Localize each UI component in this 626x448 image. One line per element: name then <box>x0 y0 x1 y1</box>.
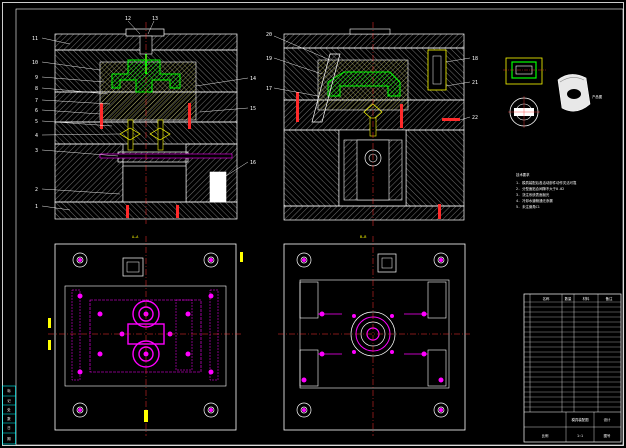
callout-5: 5 <box>35 119 38 125</box>
callout-18: 18 <box>472 56 478 62</box>
product-views: 产品图 <box>503 57 603 128</box>
callout-14: 14 <box>250 76 256 82</box>
notes-line-0: 1. 模具装配后各活动部件动作灵活可靠 <box>516 180 577 185</box>
notes-line-2: 3. 浇注系统表面抛光 <box>516 192 550 197</box>
callout-19: 19 <box>266 56 272 62</box>
callout-22: 22 <box>472 115 478 121</box>
title-institution: 设计 <box>604 417 611 422</box>
section-label-aa: A—A <box>132 235 139 239</box>
callout-16: 16 <box>250 160 256 166</box>
plan-view-right: B—B <box>278 235 470 436</box>
title-cell-scale-label: 比例 <box>542 433 549 438</box>
notes-line-4: 5. 未注倒角C1 <box>516 204 540 209</box>
front-section-view: 11 10 9 8 7 6 5 4 3 2 1 12 13 14 15 16 <box>32 16 256 224</box>
callout-13: 13 <box>152 16 158 22</box>
product-caption: 产品图 <box>592 94 603 99</box>
callout-12: 12 <box>125 16 131 22</box>
notes-line-3: 4. 冷却水道畅通无渗漏 <box>516 198 553 203</box>
callout-15: 15 <box>250 106 256 112</box>
bom-header-name: 名称 <box>543 296 550 301</box>
rev-cell-5: 期 <box>7 436 11 441</box>
plan-view-left: A—A <box>48 235 243 436</box>
callout-2: 2 <box>35 187 38 193</box>
callout-10: 10 <box>32 60 38 66</box>
revision-strip: 标 记 处 数 日 期 <box>2 385 16 445</box>
title-block: 模具装配图 设计 比例 1:1 图号 名称 数量 材料 备注 <box>523 293 622 443</box>
callout-1: 1 <box>35 204 38 210</box>
rev-cell-1: 记 <box>7 398 11 403</box>
bom-header-material: 材料 <box>583 296 590 301</box>
section-label-bb: B—B <box>360 235 366 239</box>
callout-9: 9 <box>35 75 38 81</box>
rev-cell-4: 日 <box>7 426 10 430</box>
mold-assembly-drawing: 标 记 处 数 日 期 11 10 9 8 7 6 5 4 3 2 1 12 1… <box>2 2 624 446</box>
callout-3: 3 <box>35 148 38 154</box>
bom-header-qty: 数量 <box>565 296 572 301</box>
callout-8: 8 <box>35 86 38 92</box>
title-cell-scale: 1:1 <box>577 434 583 438</box>
notes-heading: 技术要求 <box>516 172 530 177</box>
title-cell-drawing-no: 图号 <box>604 433 611 438</box>
callout-20: 20 <box>266 32 272 38</box>
callout-21: 21 <box>472 80 478 86</box>
callout-17: 17 <box>266 86 272 92</box>
drawing-title: 模具装配图 <box>572 417 590 422</box>
callout-7: 7 <box>35 98 38 104</box>
callout-11: 11 <box>32 36 38 42</box>
callout-4: 4 <box>35 133 38 139</box>
notes-line-1: 2. 分型面贴合间隙不大于0.02 <box>516 186 564 191</box>
bom-header-note: 备注 <box>606 296 613 301</box>
rev-cell-2: 处 <box>7 407 11 412</box>
callout-6: 6 <box>35 108 38 114</box>
side-section-view: 20 19 17 18 21 22 <box>266 22 478 226</box>
technical-notes: 技术要求 1. 模具装配后各活动部件动作灵活可靠 2. 分型面贴合间隙不大于0.… <box>516 172 577 209</box>
rev-cell-3: 数 <box>7 416 11 421</box>
rev-cell-0: 标 <box>7 388 11 393</box>
